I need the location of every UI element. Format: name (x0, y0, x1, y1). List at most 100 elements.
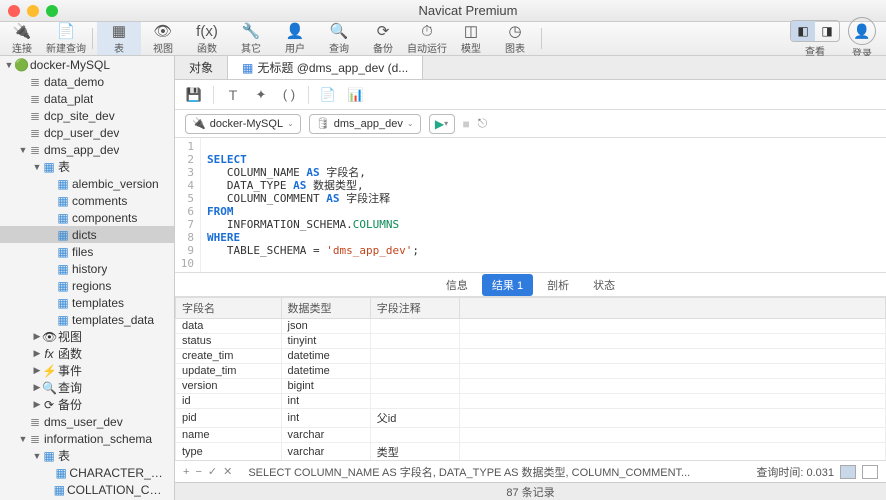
db-combo[interactable]: 🛢 dms_app_dev⌄ (309, 114, 421, 134)
table-row[interactable]: datajson (176, 319, 886, 334)
tree-node-history[interactable]: ▦history (0, 260, 174, 277)
toolbar-备份[interactable]: ⟳备份 (361, 22, 405, 55)
disclosure-icon[interactable]: ▼ (18, 145, 28, 155)
disclosure-icon[interactable]: ▶ (32, 365, 42, 376)
tree-node-备份[interactable]: ▶⟳备份 (0, 396, 174, 413)
table-row[interactable]: namevarchar (176, 428, 886, 443)
tree-node-事件[interactable]: ▶⚡事件 (0, 362, 174, 379)
tab-query[interactable]: ▦ 无标题 @dms_app_dev (d... (228, 56, 423, 79)
node-icon: ≣ (28, 75, 42, 89)
tree-node-dcp_site_dev[interactable]: ≣dcp_site_dev (0, 107, 174, 124)
paren-icon[interactable]: ( ) (280, 86, 298, 104)
view-toggle[interactable]: ◧◨ (790, 20, 840, 42)
table-row[interactable]: pidint父id (176, 409, 886, 428)
toolbar-模型[interactable]: ◫模型 (449, 22, 493, 55)
toolbar-icon: ◷ (504, 22, 526, 40)
tree-node-templates[interactable]: ▦templates (0, 294, 174, 311)
format-icon[interactable]: ✦ (252, 86, 270, 104)
result-grid[interactable]: 字段名数据类型字段注释datajsonstatustinyintcreate_t… (175, 297, 886, 460)
tree-node-data_demo[interactable]: ≣data_demo (0, 73, 174, 90)
tab-result[interactable]: 结果 1 (482, 274, 533, 296)
tree-node-files[interactable]: ▦files (0, 243, 174, 260)
tree-node-查询[interactable]: ▶🔍查询 (0, 379, 174, 396)
tree-node-dcp_user_dev[interactable]: ≣dcp_user_dev (0, 124, 174, 141)
tree-node-templates_data[interactable]: ▦templates_data (0, 311, 174, 328)
indent-icon[interactable]: Ｔ (224, 86, 242, 104)
tree-node-函数[interactable]: ▶fx函数 (0, 345, 174, 362)
stop-button[interactable]: ■ (463, 117, 470, 131)
node-icon: 🟢 (14, 58, 28, 72)
run-button[interactable]: ▶▾ (429, 114, 455, 134)
panel-right-icon[interactable]: ◨ (815, 21, 839, 41)
node-label: templates_data (72, 313, 154, 327)
disclosure-icon[interactable]: ▼ (18, 434, 28, 444)
col-header[interactable]: 数据类型 (281, 298, 370, 319)
table-row[interactable]: create_timdatetime (176, 349, 886, 364)
export-icon[interactable]: 📄 (319, 86, 337, 104)
add-row-icon[interactable]: + (183, 466, 189, 478)
tab-info[interactable]: 信息 (436, 274, 478, 296)
tree-node-docker-MySQL[interactable]: ▼🟢docker-MySQL (0, 56, 174, 73)
panel-left-icon[interactable]: ◧ (791, 21, 815, 41)
tree-node-information_schema[interactable]: ▼≣information_schema (0, 430, 174, 447)
node-icon: ▦ (56, 296, 70, 310)
form-view-icon[interactable] (862, 465, 878, 479)
node-label: 备份 (58, 396, 82, 413)
toolbar-连接[interactable]: 🔌连接 (0, 22, 44, 55)
toolbar-用户[interactable]: 👤用户 (273, 22, 317, 55)
table-row[interactable]: typevarchar类型 (176, 443, 886, 461)
toolbar-其它[interactable]: 🔧其它 (229, 22, 273, 55)
toolbar-函数[interactable]: f(x)函数 (185, 22, 229, 55)
toolbar-查询[interactable]: 🔍查询 (317, 22, 361, 55)
toolbar-图表[interactable]: ◷图表 (493, 22, 537, 55)
tree-node-comments[interactable]: ▦comments (0, 192, 174, 209)
close-window-icon[interactable] (8, 5, 20, 17)
tree-node-components[interactable]: ▦components (0, 209, 174, 226)
tab-status[interactable]: 状态 (583, 274, 625, 296)
login-button[interactable]: 👤 (848, 17, 876, 45)
tree-node-alembic_version[interactable]: ▦alembic_version (0, 175, 174, 192)
tree-node-视图[interactable]: ▶👁视图 (0, 328, 174, 345)
tree-node-表[interactable]: ▼▦表 (0, 158, 174, 175)
disclosure-icon[interactable]: ▶ (32, 331, 42, 342)
grid-view-icon[interactable] (840, 465, 856, 479)
disclosure-icon[interactable]: ▼ (32, 451, 42, 461)
disclosure-icon[interactable]: ▶ (32, 382, 42, 393)
tree-node-dms_user_dev[interactable]: ≣dms_user_dev (0, 413, 174, 430)
commit-icon[interactable]: ✓ (208, 465, 217, 478)
tab-analyze[interactable]: 剖析 (537, 274, 579, 296)
table-row[interactable]: statustinyint (176, 334, 886, 349)
tab-objects[interactable]: 对象 (175, 56, 228, 79)
disclosure-icon[interactable]: ▼ (4, 60, 14, 70)
tree-node-regions[interactable]: ▦regions (0, 277, 174, 294)
toolbar-自动运行[interactable]: ⏱自动运行 (405, 22, 449, 55)
disclosure-icon[interactable]: ▶ (32, 348, 42, 359)
tree-node-CHARACTER_SETS[interactable]: ▦CHARACTER_SETS (0, 464, 174, 481)
max-window-icon[interactable] (46, 5, 58, 17)
del-row-icon[interactable]: − (195, 466, 201, 478)
sql-editor[interactable]: 12345678910 SELECT COLUMN_NAME AS 字段名, D… (175, 138, 886, 273)
disclosure-icon[interactable]: ▶ (32, 399, 42, 410)
toolbar-视图[interactable]: 👁视图 (141, 22, 185, 55)
toolbar-新建查询[interactable]: 📄新建查询 (44, 22, 88, 55)
table-row[interactable]: versionbigint (176, 379, 886, 394)
tree-node-data_plat[interactable]: ≣data_plat (0, 90, 174, 107)
min-window-icon[interactable] (27, 5, 39, 17)
tree-node-dms_app_dev[interactable]: ▼≣dms_app_dev (0, 141, 174, 158)
disclosure-icon[interactable]: ▼ (32, 162, 42, 172)
col-header[interactable]: 字段注释 (370, 298, 459, 319)
col-header[interactable]: 字段名 (176, 298, 282, 319)
node-icon: ≣ (28, 432, 42, 446)
table-row[interactable]: idint (176, 394, 886, 409)
cancel-icon[interactable]: ✕ (223, 465, 232, 478)
tree-node-COLLATION_CHARAC...[interactable]: ▦COLLATION_CHARAC... (0, 481, 174, 498)
toolbar-表[interactable]: ▦表 (97, 22, 141, 55)
tree-node-表[interactable]: ▼▦表 (0, 447, 174, 464)
explain-button[interactable]: ⎋ (478, 116, 488, 131)
tree-node-dicts[interactable]: ▦dicts (0, 226, 174, 243)
chart-icon[interactable]: 📊 (347, 86, 365, 104)
save-icon[interactable]: 💾 (185, 86, 203, 104)
toolbar-icon: 🔍 (328, 22, 350, 40)
server-combo[interactable]: 🔌 docker-MySQL⌄ (185, 114, 301, 134)
table-row[interactable]: update_timdatetime (176, 364, 886, 379)
